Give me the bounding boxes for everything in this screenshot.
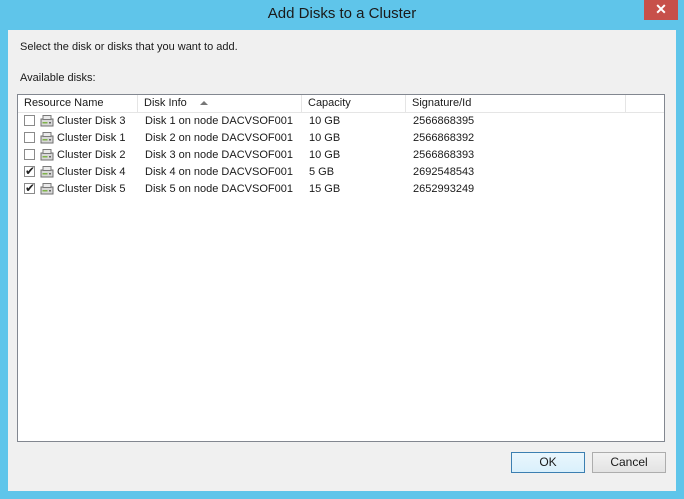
cell-resource-name: Cluster Disk 5: [57, 183, 126, 195]
cluster-disk-icon: [40, 182, 54, 196]
list-header: Resource Name Disk Info Capacity Signatu…: [18, 95, 664, 113]
cluster-disk-icon: [40, 148, 54, 162]
cell-capacity: 10 GB: [309, 115, 341, 127]
cell-signature: 2566868392: [413, 132, 475, 144]
column-header-signature[interactable]: Signature/Id: [406, 95, 626, 112]
row-checkbox[interactable]: [24, 132, 35, 143]
cell-resource-name: Cluster Disk 2: [57, 149, 126, 161]
close-button[interactable]: ✕: [644, 0, 678, 20]
cell-capacity: 15 GB: [309, 183, 341, 195]
ok-button[interactable]: OK: [511, 452, 585, 473]
cell-capacity: 10 GB: [309, 132, 341, 144]
column-header-disk-info[interactable]: Disk Info: [138, 95, 302, 112]
table-row[interactable]: ✔ Cluster Disk 5 Disk 5 on node DACVSOF001…: [18, 181, 664, 198]
table-row[interactable]: Cluster Disk 3 Disk 1 on node DACVSOF001 1…: [18, 113, 664, 130]
close-icon: ✕: [655, 1, 667, 17]
column-header-resource-name[interactable]: Resource Name: [18, 95, 138, 112]
row-checkbox[interactable]: ✔: [24, 164, 36, 178]
dialog-window: Add Disks to a Cluster ✕ Select the disk…: [0, 0, 684, 499]
cluster-disk-icon: [40, 114, 54, 128]
checkmark-icon: ✔: [25, 164, 36, 178]
column-header-capacity[interactable]: Capacity: [302, 95, 406, 112]
window-title: Add Disks to a Cluster: [267, 5, 417, 22]
cell-resource-name: Cluster Disk 4: [57, 166, 126, 178]
row-checkbox[interactable]: [24, 149, 35, 160]
cell-disk-info: Disk 3 on node DACVSOF001: [145, 149, 293, 161]
cluster-disk-icon: [40, 131, 54, 145]
title-bar[interactable]: Add Disks to a Cluster ✕: [0, 0, 684, 30]
cell-disk-info: Disk 4 on node DACVSOF001: [145, 166, 293, 178]
row-checkbox[interactable]: [24, 115, 35, 126]
table-row[interactable]: Cluster Disk 1 Disk 2 on node DACVSOF001 1…: [18, 130, 664, 147]
cell-disk-info: Disk 5 on node DACVSOF001: [145, 183, 293, 195]
disks-list[interactable]: Resource Name Disk Info Capacity Signatu…: [17, 94, 665, 442]
cell-signature: 2566868395: [413, 115, 475, 127]
cell-disk-info: Disk 1 on node DACVSOF001: [145, 115, 293, 127]
cell-signature: 2566868393: [413, 149, 475, 161]
row-checkbox[interactable]: ✔: [24, 181, 36, 195]
instruction-text: Select the disk or disks that you want t…: [20, 41, 238, 53]
table-row[interactable]: ✔ Cluster Disk 4 Disk 4 on node DACVSOF001…: [18, 164, 664, 181]
cell-signature: 2652993249: [413, 183, 475, 195]
sort-ascending-icon: [200, 101, 208, 105]
cluster-disk-icon: [40, 165, 54, 179]
cell-resource-name: Cluster Disk 1: [57, 132, 126, 144]
cell-signature: 2692548543: [413, 166, 475, 178]
cell-capacity: 5 GB: [309, 166, 335, 178]
cell-capacity: 10 GB: [309, 149, 341, 161]
available-disks-label: Available disks:: [20, 72, 96, 84]
cell-resource-name: Cluster Disk 3: [57, 115, 126, 127]
cancel-button[interactable]: Cancel: [592, 452, 666, 473]
dialog-client-area: Select the disk or disks that you want t…: [8, 30, 676, 491]
table-row[interactable]: Cluster Disk 2 Disk 3 on node DACVSOF001 1…: [18, 147, 664, 164]
cell-disk-info: Disk 2 on node DACVSOF001: [145, 132, 293, 144]
checkmark-icon: ✔: [25, 181, 36, 195]
